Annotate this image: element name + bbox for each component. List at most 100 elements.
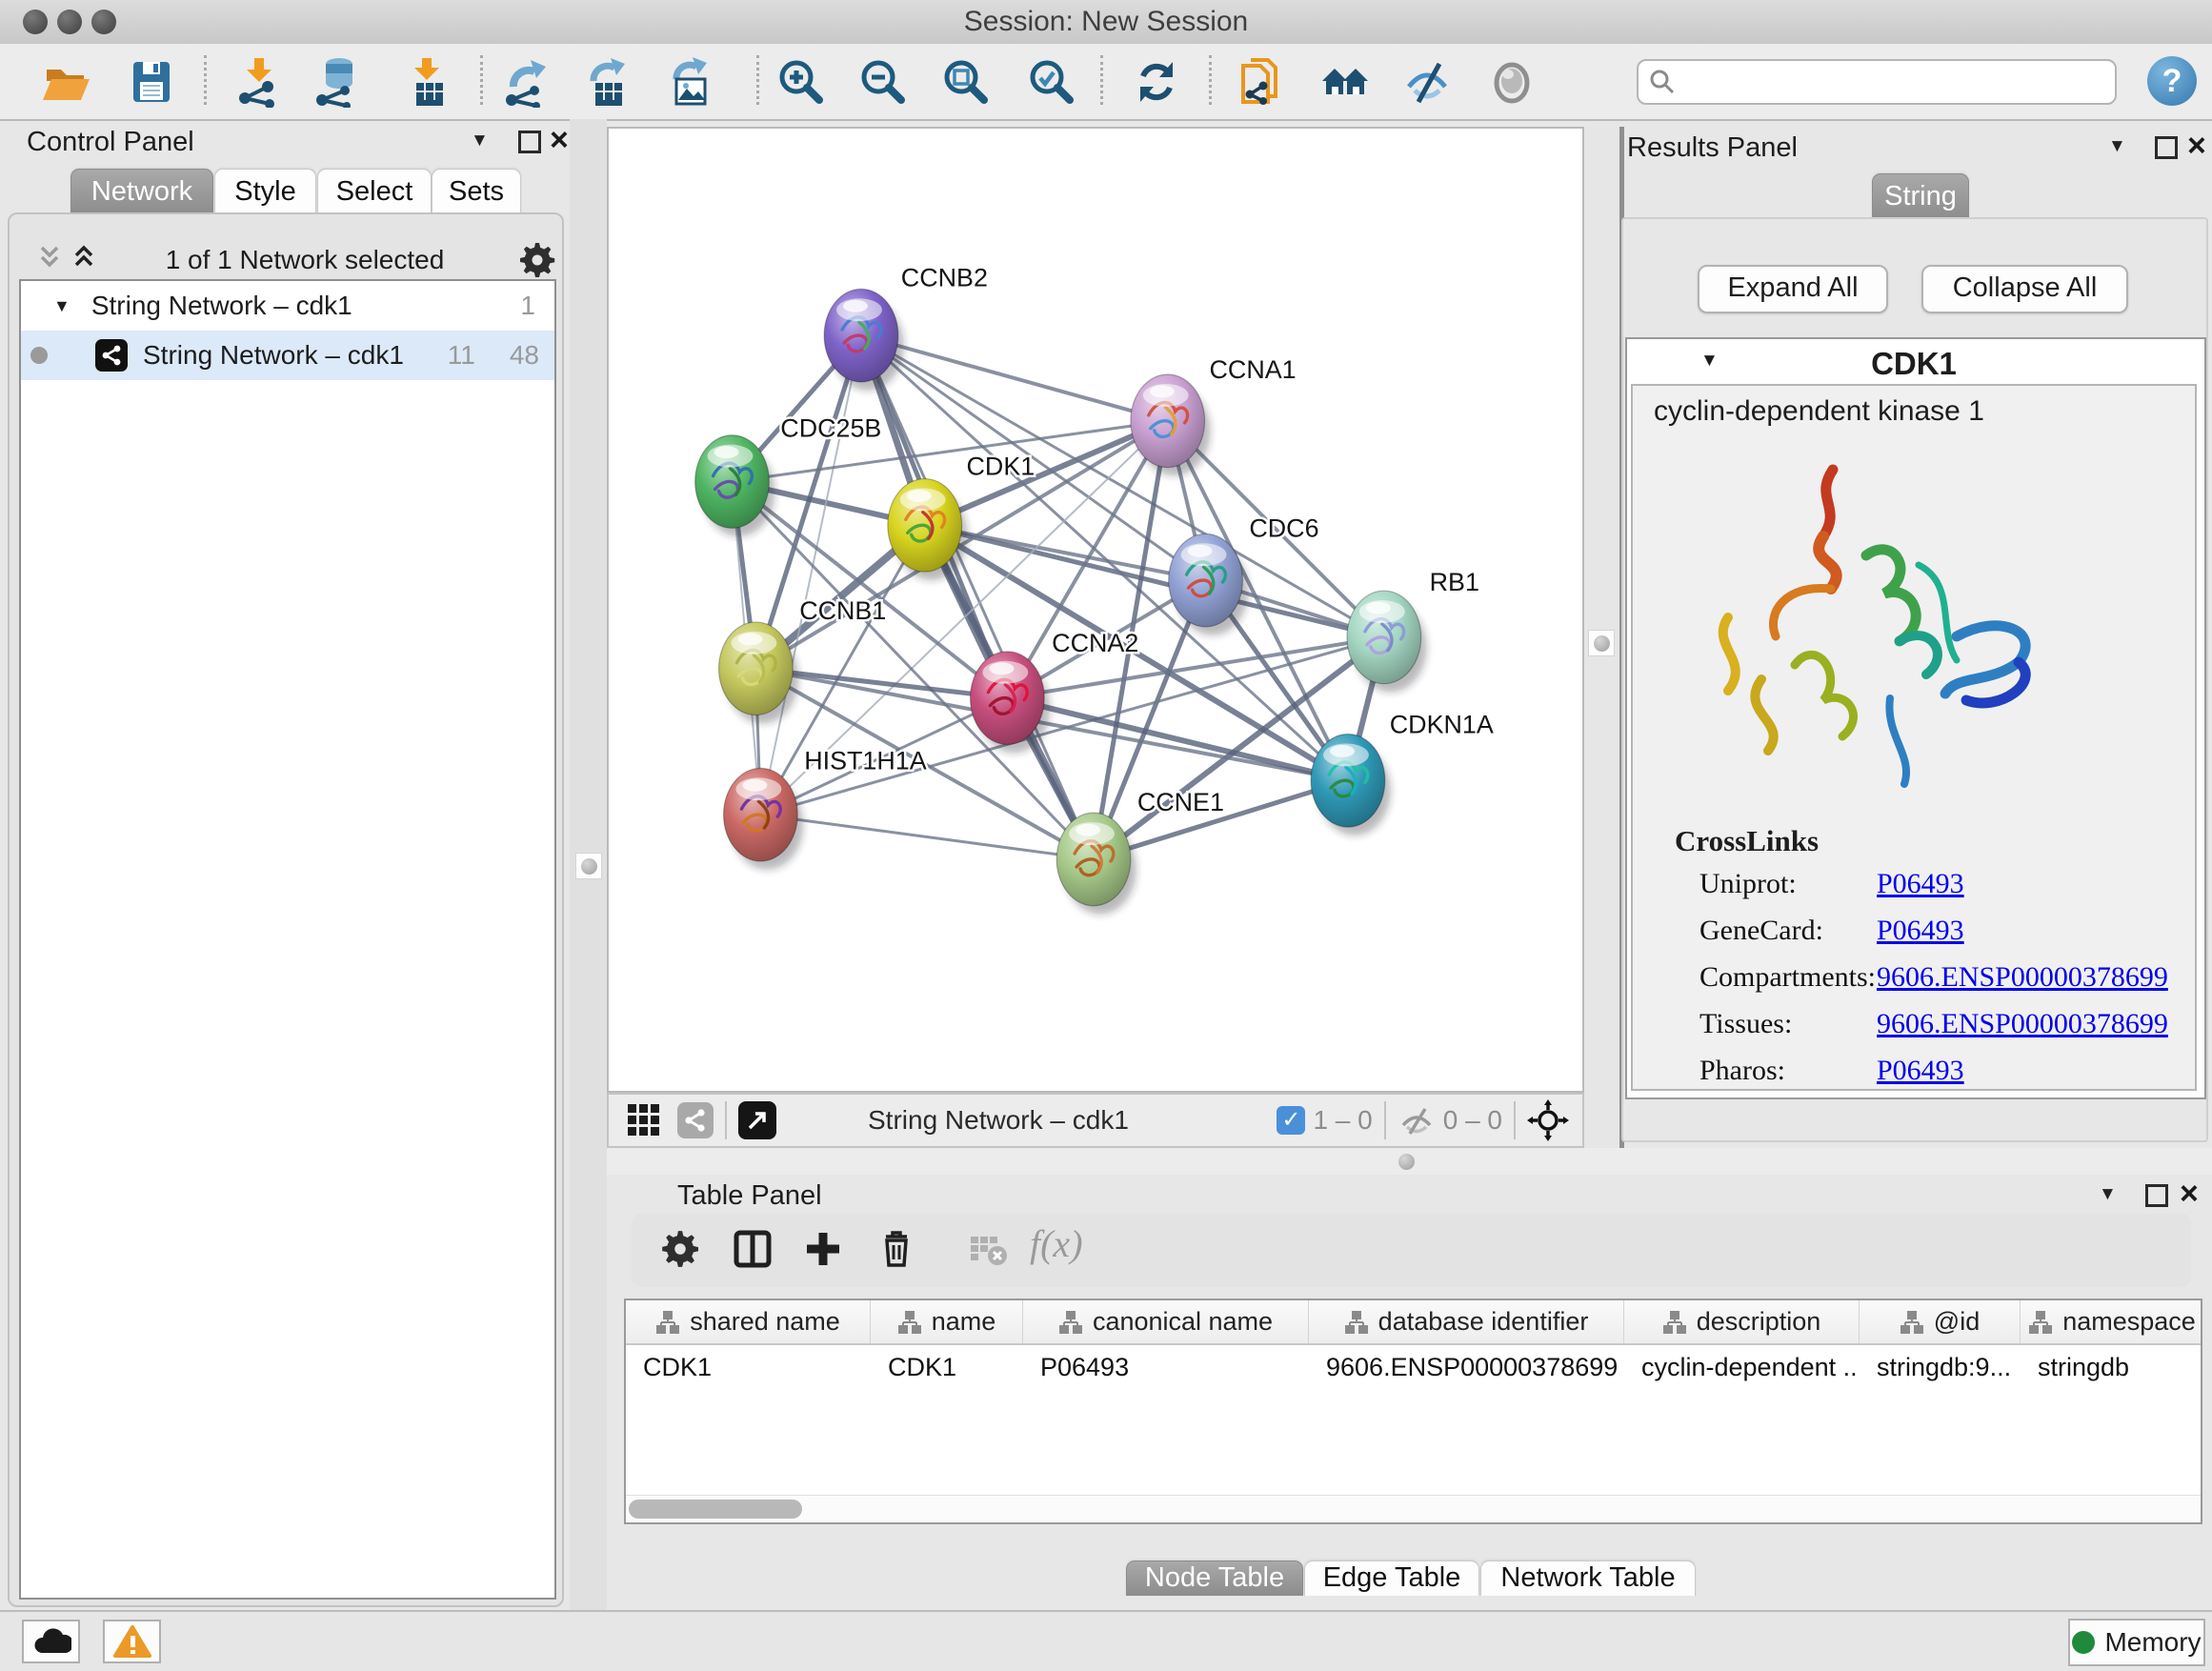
- string-document-icon[interactable]: [1236, 56, 1287, 108]
- panel-collapse-icon[interactable]: ▼: [2108, 136, 2126, 157]
- help-icon[interactable]: ?: [2147, 56, 2197, 106]
- network-node-CCNA1[interactable]: CCNA1: [1131, 355, 1297, 476]
- network-options-gear-icon[interactable]: [516, 239, 558, 281]
- tab-network[interactable]: Network: [70, 169, 213, 215]
- network-edge[interactable]: [861, 335, 1094, 859]
- table-cell[interactable]: cyclin-dependent ...: [1624, 1353, 1860, 1382]
- import-network-icon[interactable]: [233, 56, 285, 108]
- warning-status-icon[interactable]: [103, 1620, 161, 1663]
- import-table-icon[interactable]: [401, 56, 452, 108]
- crosslink-tissues[interactable]: 9606.ENSP00000378699: [1877, 1008, 2168, 1040]
- network-edge[interactable]: [760, 815, 1094, 859]
- table-cell[interactable]: stringdb:9...: [1860, 1353, 2021, 1382]
- delete-table-icon[interactable]: [967, 1227, 1015, 1275]
- column-header-namespace[interactable]: namespace: [2021, 1300, 2202, 1343]
- table-cell[interactable]: CDK1: [871, 1353, 1023, 1382]
- tab-select[interactable]: Select: [317, 169, 432, 215]
- splitter-handle[interactable]: [1394, 1149, 1418, 1174]
- table-horizontal-scrollbar[interactable]: [626, 1495, 2201, 1522]
- panel-float-icon[interactable]: [518, 131, 541, 153]
- export-image-icon[interactable]: [665, 56, 716, 108]
- network-collection-row[interactable]: ▼ String Network – cdk1 1: [21, 281, 554, 331]
- network-edge[interactable]: [760, 335, 861, 815]
- panel-close-icon[interactable]: ×: [2180, 1182, 2199, 1205]
- hidden-eye-icon[interactable]: [1398, 1104, 1436, 1137]
- window-zoom-icon[interactable]: [91, 10, 116, 34]
- panel-float-icon[interactable]: [2145, 1184, 2168, 1207]
- tab-string[interactable]: String: [1872, 173, 1969, 220]
- network-overview-icon[interactable]: [677, 1102, 714, 1138]
- splitter-handle[interactable]: [575, 853, 602, 879]
- tab-sets[interactable]: Sets: [432, 169, 521, 215]
- panel-close-icon[interactable]: ×: [2187, 134, 2206, 157]
- detach-view-icon[interactable]: [738, 1101, 776, 1139]
- table-cell[interactable]: 9606.ENSP00000378699: [1309, 1353, 1624, 1382]
- network-node-CDKN1A[interactable]: CDKN1A: [1311, 710, 1494, 836]
- expand-all-networks-icon[interactable]: [69, 241, 99, 272]
- table-cell[interactable]: CDK1: [626, 1353, 871, 1382]
- network-canvas[interactable]: CCNB2CCNA1CDC25BCDK1CDC6RB1CCNB1CCNA2CDK…: [607, 127, 1584, 1093]
- selected-checkbox-icon[interactable]: ✓: [1277, 1106, 1305, 1135]
- birdseye-grid-icon[interactable]: [626, 1102, 662, 1138]
- collapse-all-button[interactable]: Collapse All: [1921, 265, 2128, 313]
- export-network-icon[interactable]: [500, 56, 552, 108]
- tab-network-table[interactable]: Network Table: [1480, 1560, 1696, 1596]
- panel-collapse-icon[interactable]: ▼: [2099, 1184, 2117, 1205]
- table-settings-gear-icon[interactable]: [658, 1227, 706, 1275]
- panel-collapse-icon[interactable]: ▼: [471, 131, 489, 151]
- network-node-HIST1H1A[interactable]: HIST1H1A: [724, 746, 927, 870]
- fit-crosshair-icon[interactable]: [1527, 1099, 1569, 1141]
- memory-button[interactable]: Memory: [2068, 1619, 2205, 1666]
- network-node-CDC25B[interactable]: CDC25B: [695, 414, 882, 537]
- crosslink-uniprot[interactable]: P06493: [1877, 868, 1964, 900]
- collapse-all-networks-icon[interactable]: [34, 241, 65, 272]
- import-database-icon[interactable]: [312, 56, 364, 108]
- column-header-@id[interactable]: @id: [1860, 1300, 2021, 1343]
- crosslink-compartments[interactable]: 9606.ENSP00000378699: [1877, 961, 2168, 994]
- table-cell[interactable]: P06493: [1023, 1353, 1309, 1382]
- tab-node-table[interactable]: Node Table: [1126, 1560, 1303, 1596]
- expand-all-button[interactable]: Expand All: [1698, 265, 1888, 313]
- column-header-shared-name[interactable]: shared name: [626, 1300, 871, 1343]
- zoom-out-icon[interactable]: [857, 56, 909, 108]
- hide-selected-icon[interactable]: [1401, 56, 1453, 108]
- column-header-name[interactable]: name: [871, 1300, 1023, 1343]
- column-header-database-identifier[interactable]: database identifier: [1309, 1300, 1624, 1343]
- window-minimize-icon[interactable]: [57, 10, 82, 34]
- open-session-icon[interactable]: [40, 56, 91, 108]
- zoom-fit-icon[interactable]: [940, 56, 992, 108]
- save-session-icon[interactable]: [126, 56, 177, 108]
- table-cell[interactable]: stringdb: [2021, 1353, 2202, 1382]
- delete-column-icon[interactable]: [875, 1227, 922, 1275]
- zoom-in-icon[interactable]: [775, 56, 827, 108]
- zoom-selected-icon[interactable]: [1026, 56, 1077, 108]
- crosslink-pharos[interactable]: P06493: [1877, 1055, 1964, 1087]
- collection-expander-icon[interactable]: ▼: [53, 296, 70, 316]
- right-splitter[interactable]: [1584, 127, 1624, 1148]
- show-all-icon[interactable]: [1486, 56, 1538, 108]
- network-node-RB1[interactable]: RB1: [1347, 568, 1479, 693]
- left-splitter[interactable]: [570, 119, 607, 1610]
- network-node-CCNB2[interactable]: CCNB2: [824, 263, 988, 391]
- crosslink-genecard[interactable]: P06493: [1877, 915, 1964, 947]
- network-node-CCNE1[interactable]: CCNE1: [1056, 788, 1224, 915]
- panel-float-icon[interactable]: [2155, 136, 2178, 159]
- panel-close-icon[interactable]: ×: [550, 129, 569, 151]
- export-table-icon[interactable]: [582, 56, 633, 108]
- table-row[interactable]: CDK1CDK1P064939606.ENSP00000378699cyclin…: [626, 1345, 2201, 1389]
- show-columns-icon[interactable]: [731, 1227, 778, 1275]
- column-header-canonical-name[interactable]: canonical name: [1023, 1300, 1309, 1343]
- window-close-icon[interactable]: [23, 10, 48, 34]
- tab-edge-table[interactable]: Edge Table: [1304, 1560, 1479, 1596]
- create-column-icon[interactable]: [801, 1227, 849, 1275]
- scrollbar-thumb[interactable]: [629, 1500, 802, 1519]
- column-header-description[interactable]: description: [1624, 1300, 1860, 1343]
- function-builder-icon[interactable]: f(x): [1030, 1221, 1083, 1266]
- cloud-status-icon[interactable]: [22, 1620, 80, 1663]
- search-input[interactable]: [1680, 63, 2103, 97]
- home-icon[interactable]: [1320, 56, 1372, 108]
- splitter-handle[interactable]: [1588, 630, 1615, 656]
- refresh-icon[interactable]: [1131, 56, 1182, 108]
- tab-style[interactable]: Style: [214, 169, 316, 215]
- network-row[interactable]: String Network – cdk1 11 48: [21, 331, 554, 380]
